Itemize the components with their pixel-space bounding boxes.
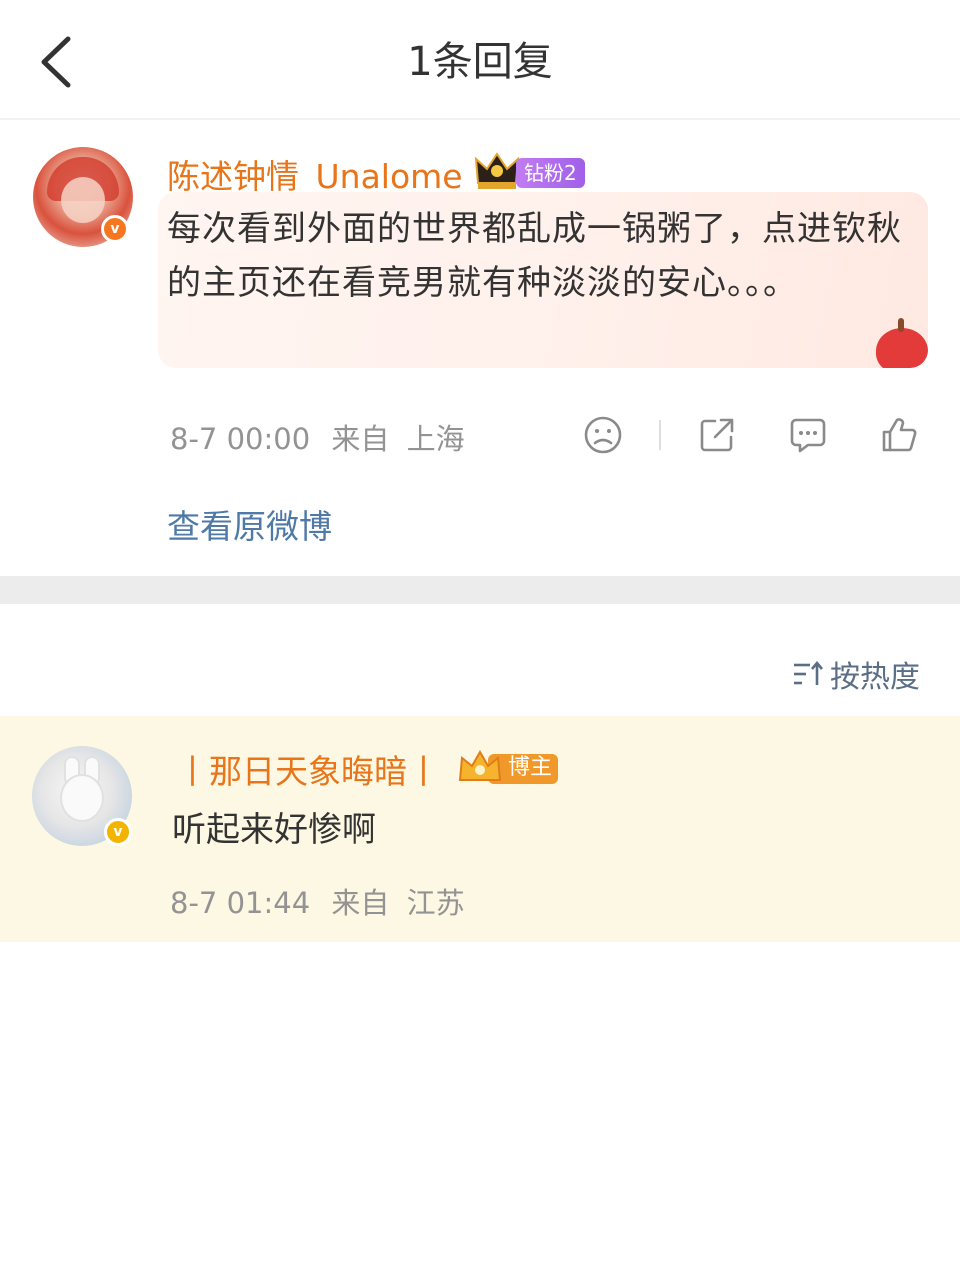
- reply-time: 8-7 01:44: [170, 886, 311, 920]
- reply-username[interactable]: 丨那日天象晦暗丨: [176, 745, 440, 793]
- verified-badge-icon: v: [101, 215, 129, 243]
- author-badge: 博主: [458, 750, 558, 786]
- sort-toggle[interactable]: 按热度: [792, 652, 920, 696]
- comment-button[interactable]: [785, 412, 831, 458]
- sort-label: 按热度: [830, 660, 920, 695]
- action-divider: [659, 420, 661, 450]
- apple-decoration-icon: [876, 318, 928, 368]
- fan-level-badge: 钻粉2: [516, 158, 585, 188]
- page-title: 1条回复: [407, 39, 553, 85]
- dislike-button[interactable]: [580, 412, 626, 458]
- like-icon: [882, 418, 917, 452]
- comment-location: 上海: [406, 422, 465, 456]
- view-original-post-link[interactable]: 查看原微博: [167, 500, 332, 548]
- location-prefix: 来自: [331, 886, 390, 920]
- location-prefix: 来自: [331, 422, 390, 456]
- top-bar: 1条回复: [0, 0, 960, 120]
- sort-icon: [794, 660, 823, 685]
- comment-username[interactable]: 陈述钟情_Unalome: [167, 150, 463, 198]
- reply-text: 听起来好惨啊: [172, 810, 376, 850]
- like-button[interactable]: [876, 412, 922, 458]
- share-button[interactable]: [694, 412, 740, 458]
- comment-icon: [790, 418, 826, 453]
- reply-location: 江苏: [406, 886, 465, 920]
- crown-icon: [474, 152, 520, 189]
- share-icon: [700, 418, 734, 452]
- section-divider: [0, 576, 960, 604]
- sad-face-icon: [584, 416, 622, 454]
- comment-meta: 8-7 00:00 来自 上海: [170, 416, 465, 458]
- comment-time: 8-7 00:00: [170, 422, 311, 456]
- verified-badge-icon: v: [104, 818, 132, 846]
- author-badge-label: 博主: [508, 755, 553, 780]
- comment-text: 每次看到外面的世界都乱成一锅粥了，点进钦秋的主页还在看竞男就有种淡淡的安心。。。: [167, 209, 902, 303]
- reply-meta: 8-7 01:44 来自 江苏: [170, 880, 465, 922]
